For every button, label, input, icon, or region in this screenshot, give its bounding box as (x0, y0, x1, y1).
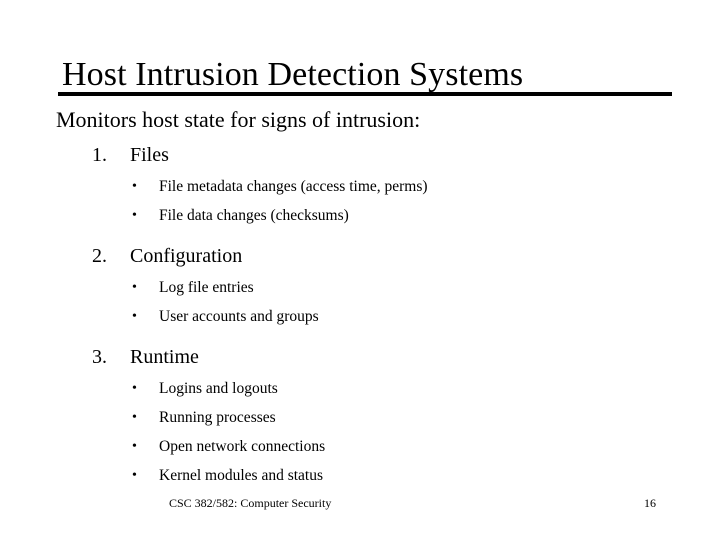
outline-group-spacer (0, 234, 720, 243)
outline-sub-item: • User accounts and groups (0, 306, 720, 335)
outline-item-1: 1. Files (0, 142, 720, 176)
bullet-icon: • (132, 179, 137, 194)
outline-item-number: 3. (92, 346, 107, 368)
outline-sub-item-label: File data changes (checksums) (159, 207, 349, 224)
bullet-icon: • (132, 381, 137, 396)
footer-page-number: 16 (644, 496, 656, 510)
bullet-icon: • (132, 439, 137, 454)
outline-sub-item: • Logins and logouts (0, 378, 720, 407)
outline-item-label: Configuration (130, 245, 243, 267)
outline-item-number: 1. (92, 144, 107, 166)
outline-group-spacer (0, 335, 720, 344)
bullet-icon: • (132, 208, 137, 223)
outline-sub-item-label: Open network connections (159, 438, 326, 455)
outline-sub-item: • Open network connections (0, 436, 720, 465)
outline-sub-item: • Kernel modules and status (0, 465, 720, 494)
outline-item-label: Runtime (130, 346, 199, 368)
slide-footer: CSC 382/582: Computer Security 16 (0, 494, 720, 514)
footer-course-label: CSC 382/582: Computer Security (169, 496, 332, 510)
outline-list: 1. Files • File metadata changes (access ti… (0, 142, 720, 494)
outline-sub-item-label: File metadata changes (access time, perm… (159, 178, 428, 195)
outline-item-2: 2. Configuration (0, 243, 720, 277)
outline-sub-item: • Log file entries (0, 277, 720, 306)
outline-sub-item-label: Logins and logouts (159, 380, 278, 397)
outline-sub-item: • Running processes (0, 407, 720, 436)
outline-sub-item-label: Kernel modules and status (159, 467, 324, 484)
outline-sub-item-label: Log file entries (159, 279, 254, 296)
outline-item-label: Files (130, 144, 169, 166)
bullet-icon: • (132, 280, 137, 295)
bullet-icon: • (132, 410, 137, 425)
page-title: Host Intrusion Detection Systems (62, 55, 524, 93)
outline-item-3: 3. Runtime (0, 344, 720, 378)
lead-text: Monitors host state for signs of intrusi… (56, 107, 421, 132)
bullet-icon: • (132, 309, 137, 324)
outline-sub-item: • File data changes (checksums) (0, 205, 720, 234)
outline-item-number: 2. (92, 245, 107, 267)
slide: Host Intrusion Detection Systems Monitor… (0, 0, 720, 540)
outline-sub-item-label: User accounts and groups (159, 308, 319, 325)
outline-sub-item-label: Running processes (159, 409, 276, 426)
bullet-icon: • (132, 468, 137, 483)
title-divider (58, 92, 672, 96)
outline-sub-item: • File metadata changes (access time, per… (0, 176, 720, 205)
